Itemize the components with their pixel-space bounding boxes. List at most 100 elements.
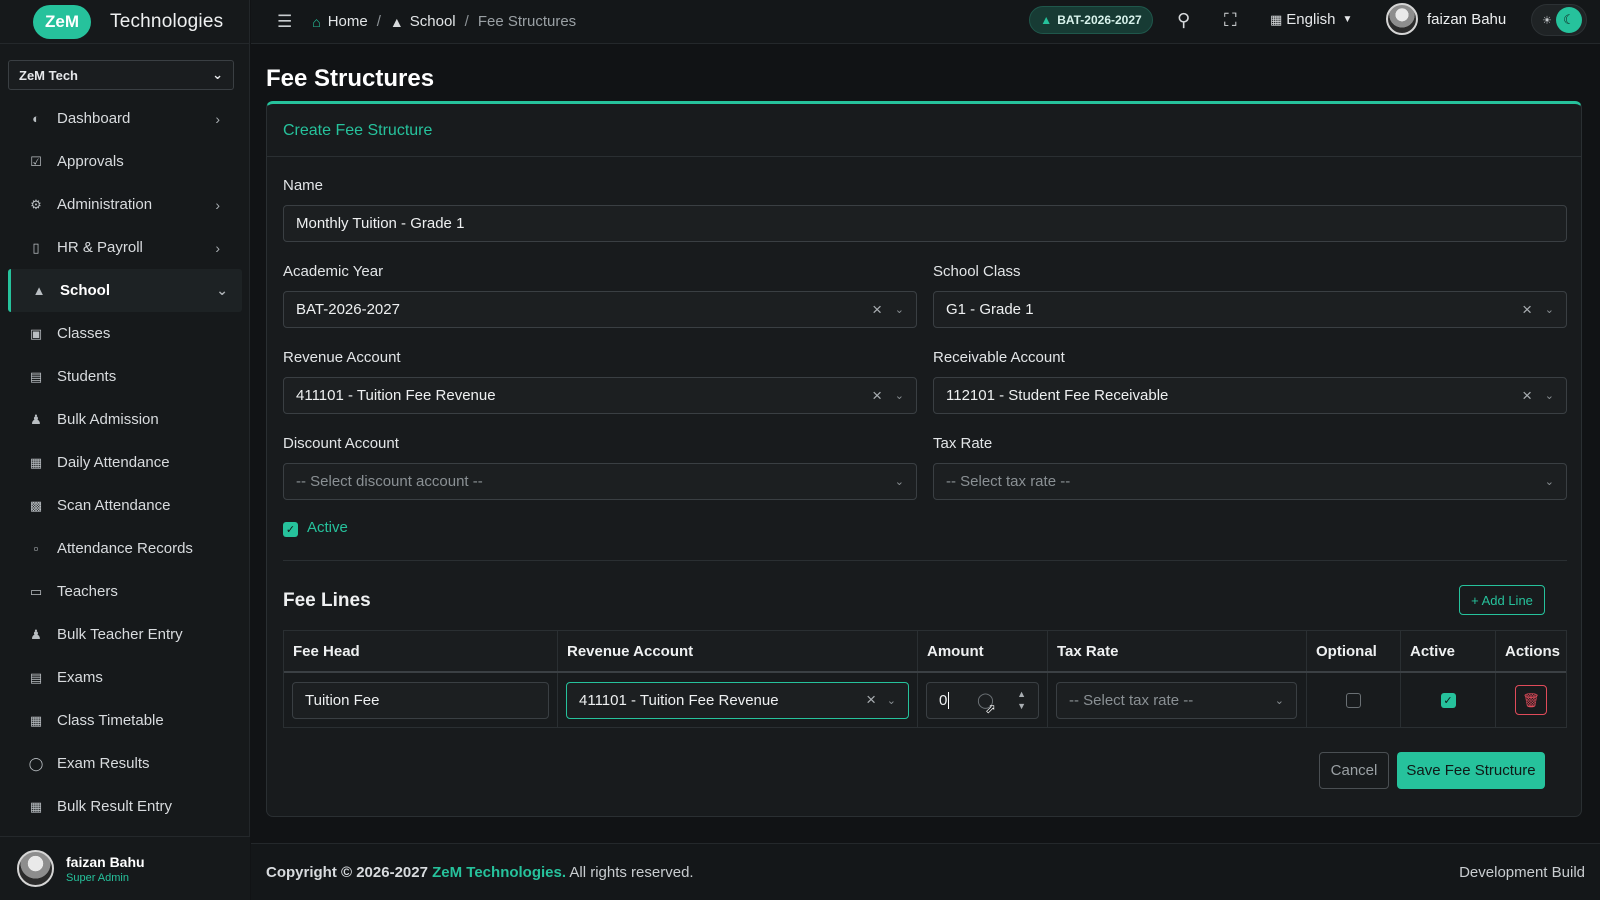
sidebar-item-hr-payroll[interactable]: ▯ HR & Payroll › <box>0 226 250 269</box>
sidebar-item-attendance-records[interactable]: ▫ Attendance Records <box>0 527 250 570</box>
column-header: Actions <box>1505 642 1561 660</box>
language-selector[interactable]: ▦ English ▼ <box>1270 11 1352 28</box>
build-label: Development Build <box>1459 863 1585 881</box>
sidebar-item-school[interactable]: ▲ School ⌄ <box>8 269 242 312</box>
sidebar-item-exams[interactable]: ▤ Exams <box>0 656 250 699</box>
clear-icon[interactable]: × <box>872 300 882 320</box>
breadcrumb-separator: / <box>464 13 469 30</box>
brand[interactable]: ZeM Technologies <box>0 0 249 44</box>
cancel-button[interactable]: Cancel <box>1319 752 1389 789</box>
fee-lines-table: Fee Head Revenue Account Amount Tax Rate… <box>283 630 1567 728</box>
clear-icon[interactable]: × <box>872 386 882 406</box>
sidebar-item-bulk-result-entry[interactable]: ▦ Bulk Result Entry <box>0 785 250 817</box>
footer-brand-link[interactable]: ZeM Technologies. <box>432 864 566 881</box>
grid-icon: ▦ <box>29 798 43 814</box>
sidebar-item-dashboard[interactable]: ◐ Dashboard › <box>0 97 250 140</box>
column-header: Amount <box>918 631 1048 671</box>
optional-checkbox[interactable] <box>1346 692 1361 708</box>
trash-icon: 🗑 <box>1522 691 1540 708</box>
chevron-down-icon: ⌄ <box>1544 390 1554 402</box>
sidebar-item-bulk-teacher-entry[interactable]: ♟ Bulk Teacher Entry <box>0 613 250 656</box>
active-checkbox[interactable]: ✓ <box>283 522 298 537</box>
clear-icon[interactable]: × <box>1522 386 1532 406</box>
chevron-down-icon: ⌄ <box>212 67 223 82</box>
sidebar-item-daily-attendance[interactable]: ▦ Daily Attendance <box>0 441 250 484</box>
sidebar-item-label: Bulk Admission <box>57 411 159 428</box>
sidebar-item-class-timetable[interactable]: ▦ Class Timetable <box>0 699 250 742</box>
footer-rights: All rights reserved. <box>569 863 694 881</box>
active-label[interactable]: Active <box>307 519 348 536</box>
sidebar-item-approvals[interactable]: ☑ Approvals <box>0 140 250 183</box>
tax-rate-select[interactable]: -- Select tax rate -- ⌄ <box>933 463 1567 500</box>
chevron-right-icon: › <box>215 239 220 256</box>
amount-input[interactable]: 0 ◯ ⬀ ▲ ▼ <box>926 681 1039 719</box>
organization-select[interactable]: ZeM Tech ⌄ <box>8 60 234 90</box>
tax-rate-placeholder: -- Select tax rate -- <box>946 473 1071 490</box>
copyright-prefix: Copyright © 2026-2027 <box>266 863 428 881</box>
sidebar-item-exam-results[interactable]: ◯ Exam Results <box>0 742 250 785</box>
user-plus-icon: ♟ <box>30 411 42 427</box>
graduation-cap-icon: ▲ <box>1040 13 1053 27</box>
graduation-cap-icon: ▲ <box>389 13 404 30</box>
receivable-account-select[interactable]: 112101 - Student Fee Receivable × ⌄ <box>933 377 1567 414</box>
badge-icon: ▯ <box>32 239 40 255</box>
search-icon[interactable]: ⚲ <box>1177 10 1190 31</box>
sidebar-item-scan-attendance[interactable]: ▩ Scan Attendance <box>0 484 250 527</box>
line-tax-rate-select[interactable]: -- Select tax rate -- ⌄ <box>1056 681 1297 719</box>
hamburger-menu-icon[interactable]: ☰ <box>277 12 292 32</box>
sidebar-item-students[interactable]: ▤ Students <box>0 355 250 398</box>
clear-icon[interactable]: × <box>1522 300 1532 320</box>
receivable-account-label: Receivable Account <box>933 349 1065 366</box>
sidebar-item-teachers[interactable]: ▭ Teachers <box>0 570 250 613</box>
approvals-icon: ☑ <box>30 153 42 169</box>
discount-account-select[interactable]: -- Select discount account -- ⌄ <box>283 463 917 500</box>
sidebar-item-label: Approvals <box>57 153 124 170</box>
id-card-icon: ▤ <box>29 368 43 384</box>
footer-copyright: Copyright © 2026-2027 ZeM Technologies. … <box>266 864 694 881</box>
language-label: English <box>1286 11 1336 28</box>
sidebar-item-bulk-admission[interactable]: ♟ Bulk Admission <box>0 398 250 441</box>
line-active-checkbox[interactable]: ✓ <box>1440 692 1456 708</box>
sidebar-user[interactable]: faizan Bahu Super Admin <box>0 836 250 900</box>
clear-icon[interactable]: × <box>866 690 876 710</box>
user-menu[interactable]: faizan Bahu <box>1386 3 1506 35</box>
name-input[interactable]: Monthly Tuition - Grade 1 <box>283 205 1567 242</box>
academic-year-select[interactable]: BAT-2026-2027 × ⌄ <box>283 291 917 328</box>
sidebar-user-name: faizan Bahu <box>66 853 145 870</box>
revenue-account-select[interactable]: 411101 - Tuition Fee Revenue × ⌄ <box>283 377 917 414</box>
sidebar-item-label: HR & Payroll <box>57 239 143 256</box>
breadcrumb-home[interactable]: Home <box>328 13 368 30</box>
chevron-down-icon: ⌄ <box>886 694 896 707</box>
main-content: Fee Structures Create Fee Structure Name… <box>251 45 1600 843</box>
user-plus-icon: ♟ <box>30 626 42 642</box>
sidebar-item-classes[interactable]: ▣ Classes <box>0 312 250 355</box>
fee-structure-form-card: Create Fee Structure Name Monthly Tuitio… <box>266 101 1582 817</box>
fee-head-input[interactable]: Tuition Fee <box>292 681 549 719</box>
gear-icon: ⚙ <box>30 196 42 212</box>
brand-logo[interactable]: ZeM <box>33 4 91 39</box>
number-stepper[interactable]: ▲ ▼ <box>1017 688 1026 712</box>
name-label: Name <box>283 177 324 194</box>
sidebar-item-label: Classes <box>57 325 111 342</box>
sidebar-item-label: Administration <box>57 196 153 213</box>
breadcrumb: ⌂ Home / ▲ School / Fee Structures <box>312 13 576 30</box>
save-fee-structure-button[interactable]: Save Fee Structure <box>1397 752 1545 789</box>
sidebar-item-label: Scan Attendance <box>57 497 171 514</box>
moon-icon: ☾ <box>1556 7 1582 33</box>
revenue-account-cell: 411101 - Tuition Fee Revenue × ⌄ <box>558 673 918 727</box>
optional-cell <box>1307 673 1401 727</box>
delete-line-button[interactable]: 🗑 <box>1515 685 1547 715</box>
add-line-button[interactable]: + Add Line <box>1459 585 1545 615</box>
school-class-select[interactable]: G1 - Grade 1 × ⌄ <box>933 291 1567 328</box>
theme-toggle[interactable]: ☀ ☾ <box>1531 4 1587 36</box>
fullscreen-icon[interactable]: ⛶ <box>1224 10 1237 31</box>
fee-head-value: Tuition Fee <box>305 691 380 709</box>
academic-year-badge[interactable]: ▲ BAT-2026-2027 <box>1029 6 1153 34</box>
fee-head-cell: Tuition Fee <box>284 673 558 727</box>
academic-year-label: Academic Year <box>283 263 384 280</box>
line-revenue-account-select[interactable]: 411101 - Tuition Fee Revenue × ⌄ <box>566 681 909 719</box>
sidebar-item-administration[interactable]: ⚙ Administration › <box>0 183 250 226</box>
line-tax-rate-placeholder: -- Select tax rate -- <box>1069 691 1194 709</box>
breadcrumb-school[interactable]: School <box>410 13 456 30</box>
sidebar-item-label: Class Timetable <box>57 712 164 729</box>
